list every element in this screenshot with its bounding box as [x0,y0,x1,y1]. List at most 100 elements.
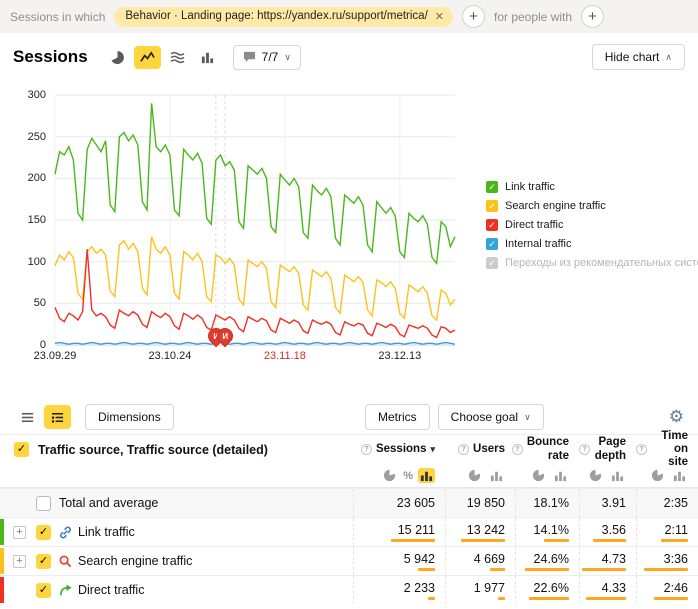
column-header-sessions[interactable]: ?Sessions▾ [353,435,445,464]
dimensions-button[interactable]: Dimensions [85,404,174,430]
bars-mode-icon[interactable] [609,468,626,483]
metric-info-icon[interactable]: ? [458,444,469,455]
row-color-strip [0,577,4,603]
row-checkbox[interactable] [36,496,51,511]
y-axis-label: 250 [6,131,46,143]
filter-chip-text: Behavior · Landing page: https://yandex.… [125,10,427,22]
line-view-icon[interactable] [134,46,161,69]
row-color-strip [0,548,4,574]
legend-item[interactable]: ✓ Переходы из рекомендательных систем [486,257,698,269]
chart-view-switcher [104,46,221,69]
legend-item[interactable]: ✓ Link traffic [486,181,698,193]
bars-mode-icon[interactable] [418,468,435,483]
legend-checkbox[interactable]: ✓ [486,200,498,212]
pie-mode-icon[interactable] [587,468,604,483]
legend-label: Link traffic [505,181,555,193]
legend-label: Переходы из рекомендательных систем [505,257,698,269]
row-color-strip [0,519,4,545]
flat-list-view-icon[interactable] [14,405,41,429]
value-bar [544,539,569,542]
metric-cell: 2 233 [353,576,445,604]
search-icon [58,554,73,572]
column-label: Page depth [594,436,626,462]
sessions-chart-svg[interactable] [55,95,455,345]
annotations-dropdown[interactable]: 7/7 ∨ [233,45,301,70]
row-label[interactable]: Direct traffic [78,583,144,597]
add-session-filter-button[interactable]: + [462,5,485,28]
metric-cell: 2:11 [636,518,698,546]
row-label[interactable]: Link traffic [78,525,135,539]
row-name-cell: + ✓ Search engine traffic [0,547,353,575]
metric-value: 2:35 [664,496,688,510]
metric-value: 2:46 [664,581,688,595]
table-toolbar: Dimensions Metrics Choose goal ∨ ⚙ [0,404,698,434]
metric-cell: 19 850 [445,489,515,517]
legend-item[interactable]: ✓Search engine traffic [486,200,698,212]
dimensions-label: Dimensions [98,410,161,424]
metrica-report-page: Sessions in which Behavior · Landing pag… [0,0,698,609]
legend-label: Internal traffic [505,238,571,250]
value-bar [418,568,435,571]
behavior-filter-chip[interactable]: Behavior · Landing page: https://yandex.… [114,7,453,27]
segment-filter-bar: Sessions in which Behavior · Landing pag… [0,0,698,33]
value-bar [490,568,505,571]
row-label[interactable]: Search engine traffic [78,554,192,568]
expand-row-button[interactable]: + [13,555,26,568]
x-axis-label: 23.11.18 [264,350,306,362]
metric-cell: 3:36 [636,547,698,575]
metric-value: 19 850 [467,496,505,510]
bars-mode-icon[interactable] [671,468,688,483]
pie-mode-icon[interactable] [530,468,547,483]
columns-view-icon[interactable] [194,46,221,69]
expand-row-button[interactable]: + [13,526,26,539]
column-header-time-on-site[interactable]: ?Time on site [636,435,698,464]
legend-checkbox[interactable]: ✓ [486,181,498,193]
metric-info-icon[interactable]: ? [361,444,372,455]
gear-icon[interactable]: ⚙ [669,407,684,427]
display-modes-page-depth [579,464,636,487]
metric-value: 18.1% [534,496,569,510]
stacked-view-icon[interactable] [164,46,191,69]
metric-value: 4 669 [474,552,505,566]
value-bar [661,539,688,542]
metrics-button[interactable]: Metrics [365,404,430,430]
column-header-page-depth[interactable]: ? Page depth [579,435,636,464]
pie-mode-icon[interactable] [649,468,666,483]
hide-chart-button[interactable]: Hide chart ∧ [592,44,685,70]
pie-mode-icon[interactable] [466,468,483,483]
table-row: ✓Direct traffic2 2331 97722.6%4.332:46 [0,575,698,604]
row-checkbox[interactable]: ✓ [36,554,51,569]
legend-checkbox[interactable]: ✓ [486,219,498,231]
chevron-down-icon: ∨ [524,412,531,423]
select-all-checkbox[interactable]: ✓ [14,442,29,457]
metric-value: 22.6% [534,581,569,595]
column-header-bounce-rate[interactable]: ?Bounce rate [515,435,579,464]
value-bar [391,539,435,542]
legend-checkbox[interactable]: ✓ [486,238,498,250]
bars-mode-icon[interactable] [552,468,569,483]
metric-value: 3.91 [602,496,626,510]
tree-view-icon[interactable] [44,405,71,429]
for-people-with-label: for people with [494,10,572,24]
column-header-users[interactable]: ?Users [445,435,515,464]
bars-mode-icon[interactable] [488,468,505,483]
legend-item[interactable]: ✓Direct traffic [486,219,698,231]
metric-value: 4.73 [602,552,626,566]
legend-item[interactable]: ✓ Internal traffic [486,238,698,250]
value-bar [529,597,569,600]
pie-view-icon[interactable] [104,46,131,69]
link-icon [58,525,73,543]
add-people-filter-button[interactable]: + [581,5,604,28]
row-checkbox[interactable]: ✓ [36,583,51,598]
pie-mode-icon[interactable] [381,468,398,483]
row-checkbox[interactable]: ✓ [36,525,51,540]
display-modes-bounce-rate [515,464,579,487]
y-axis-label: 50 [6,297,46,309]
metric-info-icon[interactable]: ? [636,444,647,455]
choose-goal-button[interactable]: Choose goal ∨ [438,404,544,430]
close-icon[interactable]: ✕ [435,10,444,23]
metric-info-icon[interactable]: ? [512,444,523,455]
percent-mode-icon[interactable]: % [403,470,413,482]
metric-info-icon[interactable]: ? [579,444,590,455]
legend-checkbox[interactable]: ✓ [486,257,498,269]
